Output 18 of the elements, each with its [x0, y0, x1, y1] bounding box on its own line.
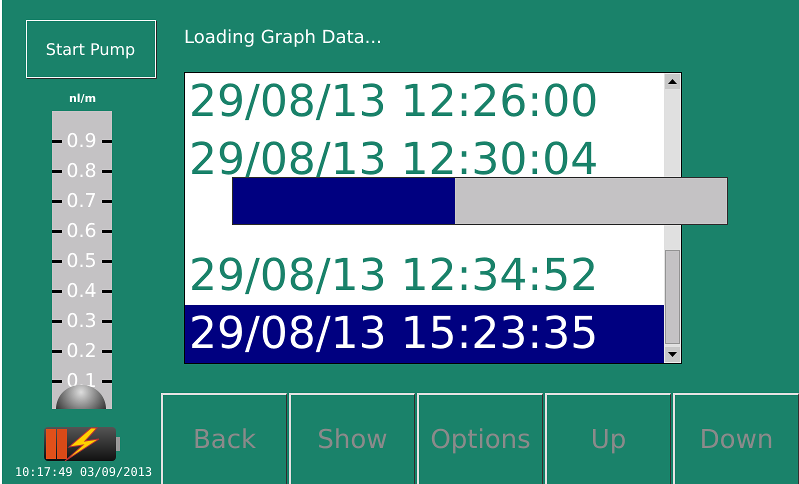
gauge-tick-label: 0.7	[66, 191, 97, 211]
list-item[interactable]: 29/08/13 12:34:52	[185, 247, 664, 305]
battery-charging-icon	[42, 425, 120, 463]
gauge-tick-label: 0.6	[66, 221, 97, 241]
date-time-label: 10:17:49 03/09/2013	[14, 465, 152, 479]
gauge-tick-label: 0.2	[66, 341, 97, 361]
list-item[interactable]: 29/08/13 15:23:35	[185, 305, 664, 363]
gauge-tick-label: 0.5	[66, 251, 97, 271]
unit-label: nl/m	[68, 92, 96, 105]
gauge-tick-label: 0.4	[66, 281, 97, 301]
gauge-tick-label: 0.8	[66, 161, 97, 181]
gauge-tick-label: 0.9	[66, 131, 97, 151]
start-pump-button[interactable]: Start Pump	[26, 20, 156, 78]
status-title: Loading Graph Data...	[184, 27, 383, 50]
scroll-down-icon[interactable]	[665, 347, 680, 362]
list-item[interactable]: 29/08/13 12:26:00	[185, 73, 664, 131]
gauge-tick-label: 0.3	[66, 311, 97, 331]
scroll-up-icon[interactable]	[665, 74, 680, 89]
